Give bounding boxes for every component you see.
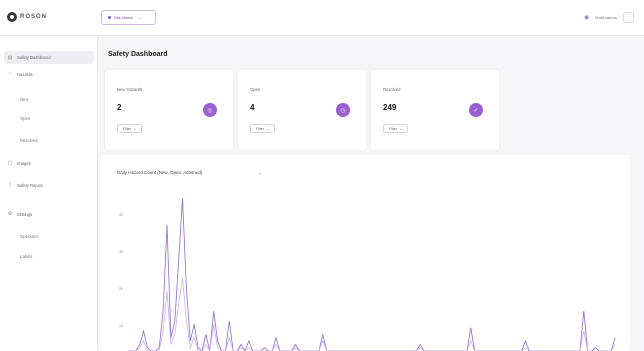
sidebar-item-label: Images xyxy=(17,160,31,166)
chart-series-line-1 xyxy=(128,277,616,351)
card-filter-button[interactable]: Filter ⌄ xyxy=(250,124,275,133)
sidebar-item-operators[interactable]: Operators xyxy=(20,234,39,239)
sidebar-item-new[interactable]: New xyxy=(20,97,28,102)
chevron-down-icon: ⌄ xyxy=(133,127,137,131)
check-icon: ✓ xyxy=(473,107,479,114)
notifications-label[interactable]: Notifications xyxy=(595,15,617,20)
chevron-down-icon: ⌄ xyxy=(399,127,403,131)
dashboard-icon: ▤ xyxy=(7,54,13,61)
sidebar: ▤ Safety Dashboard ◌ Hazards ^ New Open … xyxy=(0,36,111,351)
sidebar-item-settings[interactable]: ⚙ Settings ^ xyxy=(7,209,110,219)
card-value: 2 xyxy=(117,103,122,112)
card-value: 4 xyxy=(250,103,255,112)
card-badge: ✓ xyxy=(469,103,483,117)
hazard-line-chart xyxy=(128,198,616,351)
location-pin-icon xyxy=(108,16,111,19)
sidebar-item-open[interactable]: Open xyxy=(20,116,30,121)
card-filter-label: Filter xyxy=(255,126,265,131)
page-title: Safety Dashboard xyxy=(108,51,168,58)
card-filter-label: Filter xyxy=(122,126,132,131)
logo-text: ROSON xyxy=(20,14,48,20)
card-filter-label: Filter xyxy=(388,126,398,131)
report-icon: ⌇ xyxy=(8,182,12,188)
chevron-down-icon: ⌄ xyxy=(266,127,270,131)
sidebar-item-safety-report[interactable]: ⌇ Safety Report xyxy=(7,180,43,190)
card-filter-button[interactable]: Filter ⌄ xyxy=(383,124,408,133)
alert-icon: ◌ xyxy=(8,71,12,77)
chevron-down-icon: ⌄ xyxy=(137,15,142,20)
open-card: Open 4 ◷ Filter ⌄ xyxy=(238,70,366,150)
sidebar-item-resolved[interactable]: Resolved xyxy=(20,138,37,143)
image-icon: ▢ xyxy=(7,160,13,166)
sidebar-item-label: Settings xyxy=(17,211,33,217)
card-value: 249 xyxy=(383,103,397,112)
avatar[interactable] xyxy=(623,12,634,23)
top-bar: ROSON Site Name ⌄ ◉ Notifications xyxy=(0,0,644,36)
chart-series-line-0 xyxy=(128,198,616,351)
sidebar-item-labels[interactable]: Labels xyxy=(20,254,32,259)
sidebar-item-hazards[interactable]: ◌ Hazards ^ xyxy=(7,69,111,79)
bell-icon[interactable]: ◉ xyxy=(584,14,589,21)
card-badge: ◷ xyxy=(336,103,350,117)
logo-icon xyxy=(7,12,17,22)
top-right-actions: ◉ Notifications xyxy=(584,12,634,23)
site-selector-label: Site Name xyxy=(114,15,133,20)
sidebar-item-images[interactable]: ▢ Images xyxy=(7,158,31,168)
site-selector[interactable]: Site Name ⌄ xyxy=(101,10,156,25)
sidebar-item-safety-dashboard[interactable]: ▤ Safety Dashboard xyxy=(4,51,94,64)
logo[interactable]: ROSON xyxy=(7,11,47,23)
gear-icon: ⚙ xyxy=(7,211,13,217)
new-hazards-card: New Hazards 2 ◎ Filter ⌄ xyxy=(105,70,233,150)
hazard-icon: ◎ xyxy=(207,107,213,114)
card-label: Open xyxy=(250,87,261,92)
sidebar-item-label: Safety Dashboard xyxy=(17,55,51,60)
daily-hazard-chart-panel: Daily Hazard Count (New, Open, Actioned)… xyxy=(100,155,630,351)
card-label: Resolved xyxy=(383,87,401,92)
sidebar-item-label: Hazards xyxy=(17,71,33,77)
clock-icon: ◷ xyxy=(340,107,346,114)
card-filter-button[interactable]: Filter ⌄ xyxy=(117,124,142,133)
card-badge: ◎ xyxy=(203,103,217,117)
sidebar-item-label: Safety Report xyxy=(17,182,43,188)
resolved-card: Resolved 249 ✓ Filter ⌄ xyxy=(371,70,499,150)
card-label: New Hazards xyxy=(117,87,143,92)
